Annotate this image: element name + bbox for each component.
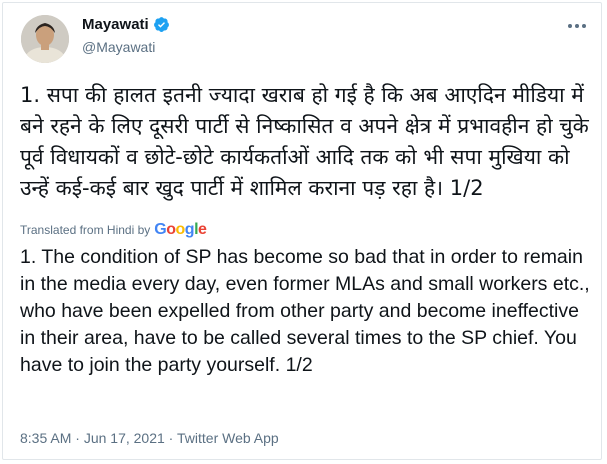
avatar[interactable] xyxy=(21,15,69,63)
tweet-original-text: 1. सपा की हालत इतनी ज्यादा खराब हो गई है… xyxy=(20,83,589,200)
google-logo: Google xyxy=(154,221,207,238)
tweet-source[interactable]: Twitter Web App xyxy=(177,430,279,446)
tweet-metadata: 8:35 AM · Jun 17, 2021 · Twitter Web App xyxy=(20,430,279,446)
tweet-date[interactable]: Jun 17, 2021 xyxy=(84,430,165,446)
tweet-time[interactable]: 8:35 AM xyxy=(20,430,71,446)
author-name-row[interactable]: Mayawati xyxy=(82,16,170,33)
more-options-icon[interactable] xyxy=(565,14,589,38)
avatar-image xyxy=(21,15,69,63)
author-name[interactable]: Mayawati xyxy=(82,16,149,33)
translation-attribution[interactable]: Translated from Hindi by Google xyxy=(20,221,207,239)
translated-from-label: Translated from Hindi by xyxy=(20,223,151,237)
author-handle[interactable]: @Mayawati xyxy=(82,39,155,55)
meta-separator: · xyxy=(71,430,84,446)
meta-separator-2: · xyxy=(164,430,177,446)
verified-badge-icon xyxy=(153,17,169,32)
tweet-card: Mayawati @Mayawati 1. सपा की हालत इतनी ज… xyxy=(2,2,602,460)
tweet-translated-text: 1. The condition of SP has become so bad… xyxy=(20,246,590,376)
